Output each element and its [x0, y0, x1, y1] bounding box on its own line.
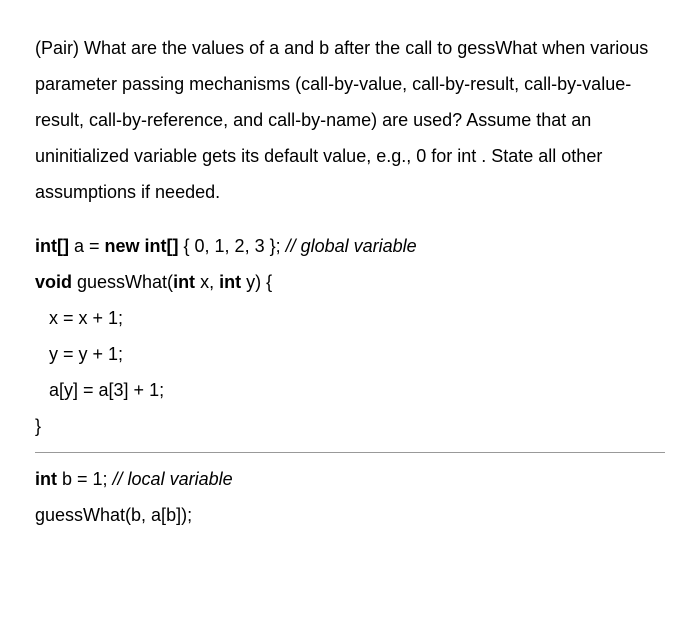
code-line-call: guessWhat(b, a[b]); — [35, 497, 665, 533]
keyword-int-2: int — [219, 272, 241, 292]
code-block: int[] a = new int[] { 0, 1, 2, 3 }; // g… — [35, 228, 665, 444]
code-line-func-sig: void guessWhat(int x, int y) { — [35, 264, 665, 300]
text-a-eq: a = — [69, 236, 105, 256]
code-block-after: int b = 1; // local variable guessWhat(b… — [35, 461, 665, 533]
text-x-param: x, — [195, 272, 219, 292]
code-line-array-decl: int[] a = new int[] { 0, 1, 2, 3 }; // g… — [35, 228, 665, 264]
keyword-void: void — [35, 272, 72, 292]
keyword-new-int: new int[] — [105, 236, 179, 256]
keyword-int-1: int — [173, 272, 195, 292]
comment-global: // global variable — [286, 236, 417, 256]
text-guesswhat: guessWhat( — [72, 272, 173, 292]
code-line-ay: a[y] = a[3] + 1; — [35, 372, 665, 408]
text-arr-init: { 0, 1, 2, 3 }; — [179, 236, 286, 256]
keyword-int-array: int[] — [35, 236, 69, 256]
comment-local: // local variable — [113, 469, 233, 489]
code-line-x: x = x + 1; — [35, 300, 665, 336]
text-b-decl: b = 1; — [57, 469, 113, 489]
text-y-param: y) { — [241, 272, 272, 292]
code-line-y: y = y + 1; — [35, 336, 665, 372]
question-paragraph: (Pair) What are the values of a and b af… — [35, 30, 665, 210]
keyword-int-3: int — [35, 469, 57, 489]
code-line-close: } — [35, 408, 665, 444]
code-line-b-decl: int b = 1; // local variable — [35, 461, 665, 497]
separator — [35, 452, 665, 453]
